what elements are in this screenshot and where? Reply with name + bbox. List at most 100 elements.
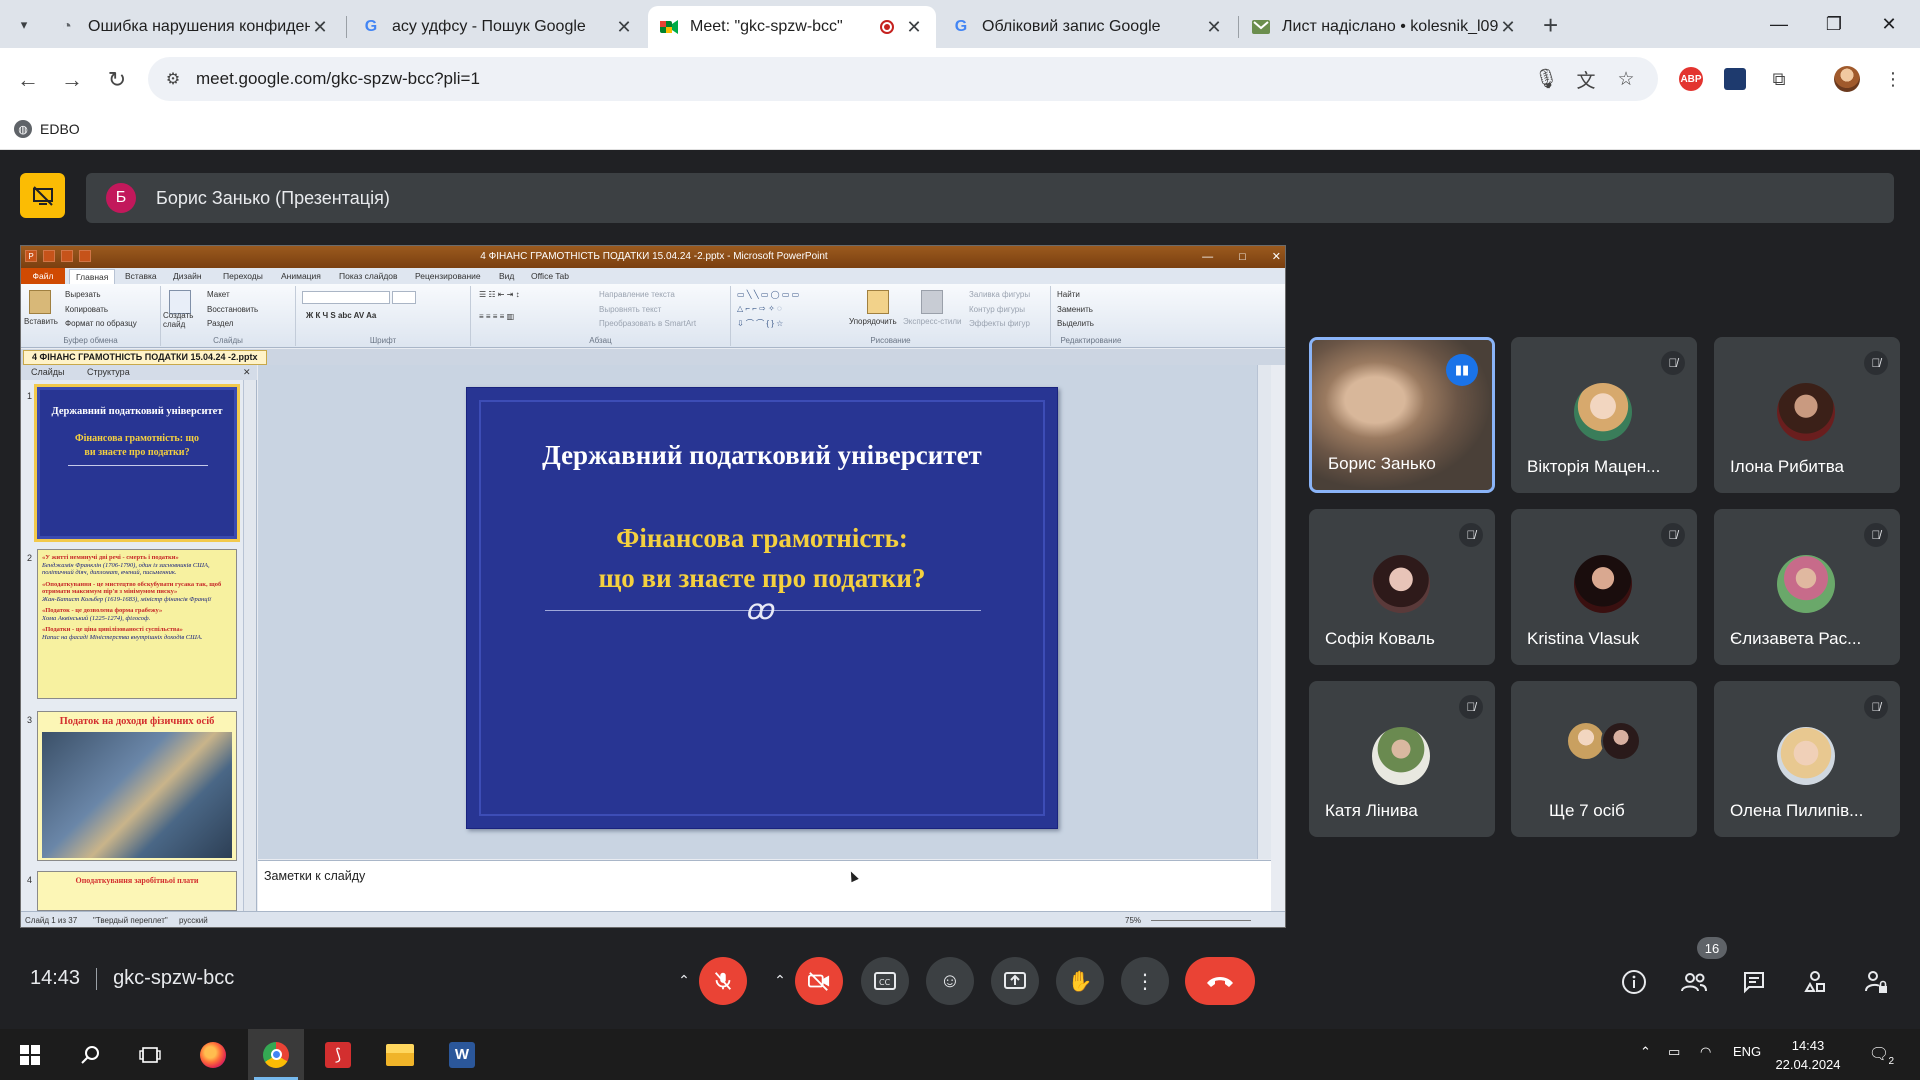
browser-tab-gmail[interactable]: Лист надіслано • kolesnik_l09 ✕ bbox=[1240, 6, 1530, 48]
profile-button[interactable] bbox=[1832, 64, 1862, 94]
mic-muted-icon: 🎙̸ bbox=[1661, 523, 1685, 547]
reload-button[interactable]: ↻ bbox=[99, 62, 135, 98]
extensions-menu-button[interactable]: ⧉ bbox=[1764, 64, 1794, 94]
extension-icon bbox=[1724, 68, 1746, 90]
participant-tile-boris[interactable]: ▮▮ Борис Занько bbox=[1309, 337, 1495, 493]
start-button[interactable] bbox=[2, 1029, 58, 1080]
paste-icon bbox=[29, 290, 51, 314]
battery-icon[interactable]: ▭ bbox=[1668, 1044, 1680, 1060]
video-settings-chevron-icon[interactable]: ⌃ bbox=[768, 967, 792, 993]
input-language-indicator[interactable]: ENG bbox=[1733, 1044, 1761, 1059]
participant-tile-olena[interactable]: 🎙̸ Олена Пилипів... bbox=[1714, 681, 1900, 837]
close-icon[interactable]: ✕ bbox=[614, 17, 634, 38]
host-controls-button[interactable] bbox=[1860, 966, 1892, 998]
participant-tile-kristina[interactable]: 🎙̸ Kristina Vlasuk bbox=[1511, 509, 1697, 665]
speaking-indicator-icon: ▮▮ bbox=[1446, 354, 1478, 386]
participant-tile-sofiia[interactable]: 🎙̸ Софія Коваль bbox=[1309, 509, 1495, 665]
microphone-icon[interactable]: 🎙 bbox=[1534, 67, 1558, 91]
url-text[interactable]: meet.google.com/gkc-spzw-bcc?pli=1 bbox=[196, 69, 480, 89]
thumb-text: Бенджамін Франклін (1706-1790), один із … bbox=[42, 561, 210, 577]
taskbar-chrome[interactable] bbox=[248, 1029, 304, 1080]
notification-center-button[interactable]: 🗨 2 bbox=[1866, 1041, 1894, 1067]
close-icon[interactable]: ✕ bbox=[904, 17, 924, 38]
mic-muted-icon: 🎙̸ bbox=[1864, 351, 1888, 375]
participant-avatar bbox=[1372, 555, 1430, 613]
captions-button[interactable]: CC bbox=[861, 957, 909, 1005]
tab-title: асу удфсу - Пошук Google bbox=[392, 18, 586, 35]
taskbar-acrobat[interactable]: ⟆ bbox=[310, 1029, 366, 1080]
leave-call-button[interactable] bbox=[1185, 957, 1255, 1005]
participant-tile-yelyzaveta[interactable]: 🎙̸ Єлизавета Рас... bbox=[1714, 509, 1900, 665]
new-tab-button[interactable]: + bbox=[1543, 10, 1558, 41]
site-settings-icon[interactable]: ⚙ bbox=[162, 68, 184, 90]
participant-tile-more-people[interactable]: Ще 7 осіб bbox=[1511, 681, 1697, 837]
task-view-icon bbox=[139, 1046, 161, 1063]
participant-tile-katia[interactable]: 🎙̸ Катя Лінива bbox=[1309, 681, 1495, 837]
search-button[interactable] bbox=[62, 1029, 118, 1080]
close-icon[interactable]: ✕ bbox=[1498, 17, 1518, 38]
google-icon: G bbox=[364, 18, 378, 35]
restore-button[interactable]: ❐ bbox=[1811, 8, 1857, 40]
adblock-extension-button[interactable]: ABP bbox=[1676, 64, 1706, 94]
notification-icon: 🗨 bbox=[1868, 1046, 1890, 1063]
ppt-tab-view: Вид bbox=[499, 271, 515, 281]
thumb-text: Жан-Батист Кольбер (1619-1683), міністр … bbox=[42, 595, 212, 603]
ppt-window-controls: — □ ✕ bbox=[1202, 246, 1281, 268]
browser-tab-privacy-error[interactable]: ◔ Ошибка нарушения конфиденци ✕ bbox=[46, 6, 342, 48]
firefox-icon bbox=[200, 1041, 226, 1068]
more-options-button[interactable]: ⋮ bbox=[1121, 957, 1169, 1005]
forward-button[interactable]: → bbox=[54, 62, 90, 98]
participant-name: Катя Лінива bbox=[1325, 801, 1418, 820]
activities-button[interactable] bbox=[1799, 966, 1831, 998]
meeting-details-button[interactable] bbox=[1618, 966, 1650, 998]
participant-tile-ilona[interactable]: 🎙̸ Ілона Рибитва bbox=[1714, 337, 1900, 493]
taskbar-firefox[interactable] bbox=[185, 1029, 241, 1080]
ppt-status-bar: Слайд 1 из 37 "Твердый переплет" русский… bbox=[21, 911, 1285, 927]
close-window-button[interactable]: ✕ bbox=[1866, 8, 1912, 40]
close-icon[interactable]: ✕ bbox=[310, 17, 330, 38]
browser-tab-meet[interactable]: Meet: "gkc-spzw-bcc" ✕ bbox=[648, 6, 936, 48]
participant-avatar bbox=[1574, 555, 1632, 613]
format-painter-label: Формат по образцу bbox=[65, 319, 137, 328]
taskbar-word[interactable]: W bbox=[434, 1029, 490, 1080]
translate-icon[interactable]: 文 bbox=[1574, 67, 1598, 92]
arrange-icon bbox=[867, 290, 889, 314]
browser-tab-google-search[interactable]: G асу удфсу - Пошук Google ✕ bbox=[350, 6, 646, 48]
extension-button[interactable] bbox=[1720, 64, 1750, 94]
participant-avatar bbox=[1566, 721, 1606, 761]
people-button[interactable] bbox=[1678, 966, 1710, 998]
chat-button[interactable] bbox=[1738, 966, 1770, 998]
participant-tile-viktoriia[interactable]: 🎙̸ Вікторія Мацен... bbox=[1511, 337, 1697, 493]
hang-up-icon bbox=[1207, 977, 1233, 987]
slide-subtitle: Фінансова грамотність: що ви знаєте про … bbox=[467, 518, 1057, 598]
wifi-icon[interactable]: ◠ bbox=[1700, 1044, 1711, 1060]
camera-toggle-button[interactable] bbox=[795, 957, 843, 1005]
participant-name: Олена Пилипів... bbox=[1730, 801, 1864, 820]
mic-toggle-button[interactable] bbox=[699, 957, 747, 1005]
chrome-menu-button[interactable]: ⋮ bbox=[1878, 64, 1908, 94]
taskbar-file-explorer[interactable] bbox=[372, 1029, 428, 1080]
participant-name: Софія Коваль bbox=[1325, 629, 1435, 648]
bookmark-edbo[interactable]: ◍ EDBO bbox=[14, 120, 80, 138]
raise-hand-button[interactable]: ✋ bbox=[1056, 957, 1104, 1005]
back-button[interactable]: ← bbox=[10, 62, 46, 98]
task-view-button[interactable] bbox=[122, 1029, 178, 1080]
minimize-button[interactable]: — bbox=[1756, 8, 1802, 40]
browser-tab-google-account[interactable]: G Обліковий запис Google ✕ bbox=[940, 6, 1236, 48]
editor-scrollbar bbox=[1257, 365, 1271, 859]
slide-thumbnail-3: Податок на доходи фізичних осіб bbox=[37, 711, 237, 861]
reactions-button[interactable]: ☺ bbox=[926, 957, 974, 1005]
tab-search-button[interactable]: ▾ bbox=[8, 9, 40, 41]
bookmark-star-icon[interactable]: ☆ bbox=[1614, 67, 1638, 91]
system-clock[interactable]: 14:43 22.04.2024 bbox=[1768, 1036, 1848, 1074]
thumb-text: Хома Аквінський (1225-1274), філософ. bbox=[42, 614, 151, 622]
address-bar[interactable]: ⚙ meet.google.com/gkc-spzw-bcc?pli=1 🎙 文… bbox=[148, 57, 1658, 101]
close-icon[interactable]: ✕ bbox=[1204, 17, 1224, 38]
show-hidden-icons-chevron-icon[interactable]: ⌃ bbox=[1640, 1044, 1651, 1060]
tab-divider bbox=[1238, 16, 1239, 38]
audio-settings-chevron-icon[interactable]: ⌃ bbox=[672, 967, 696, 993]
thumb-title: Податок на доходи фізичних осіб bbox=[59, 716, 215, 727]
present-screen-button[interactable] bbox=[991, 957, 1039, 1005]
replace-label: Заменить bbox=[1057, 305, 1093, 314]
stop-presenting-icon[interactable] bbox=[20, 173, 65, 218]
